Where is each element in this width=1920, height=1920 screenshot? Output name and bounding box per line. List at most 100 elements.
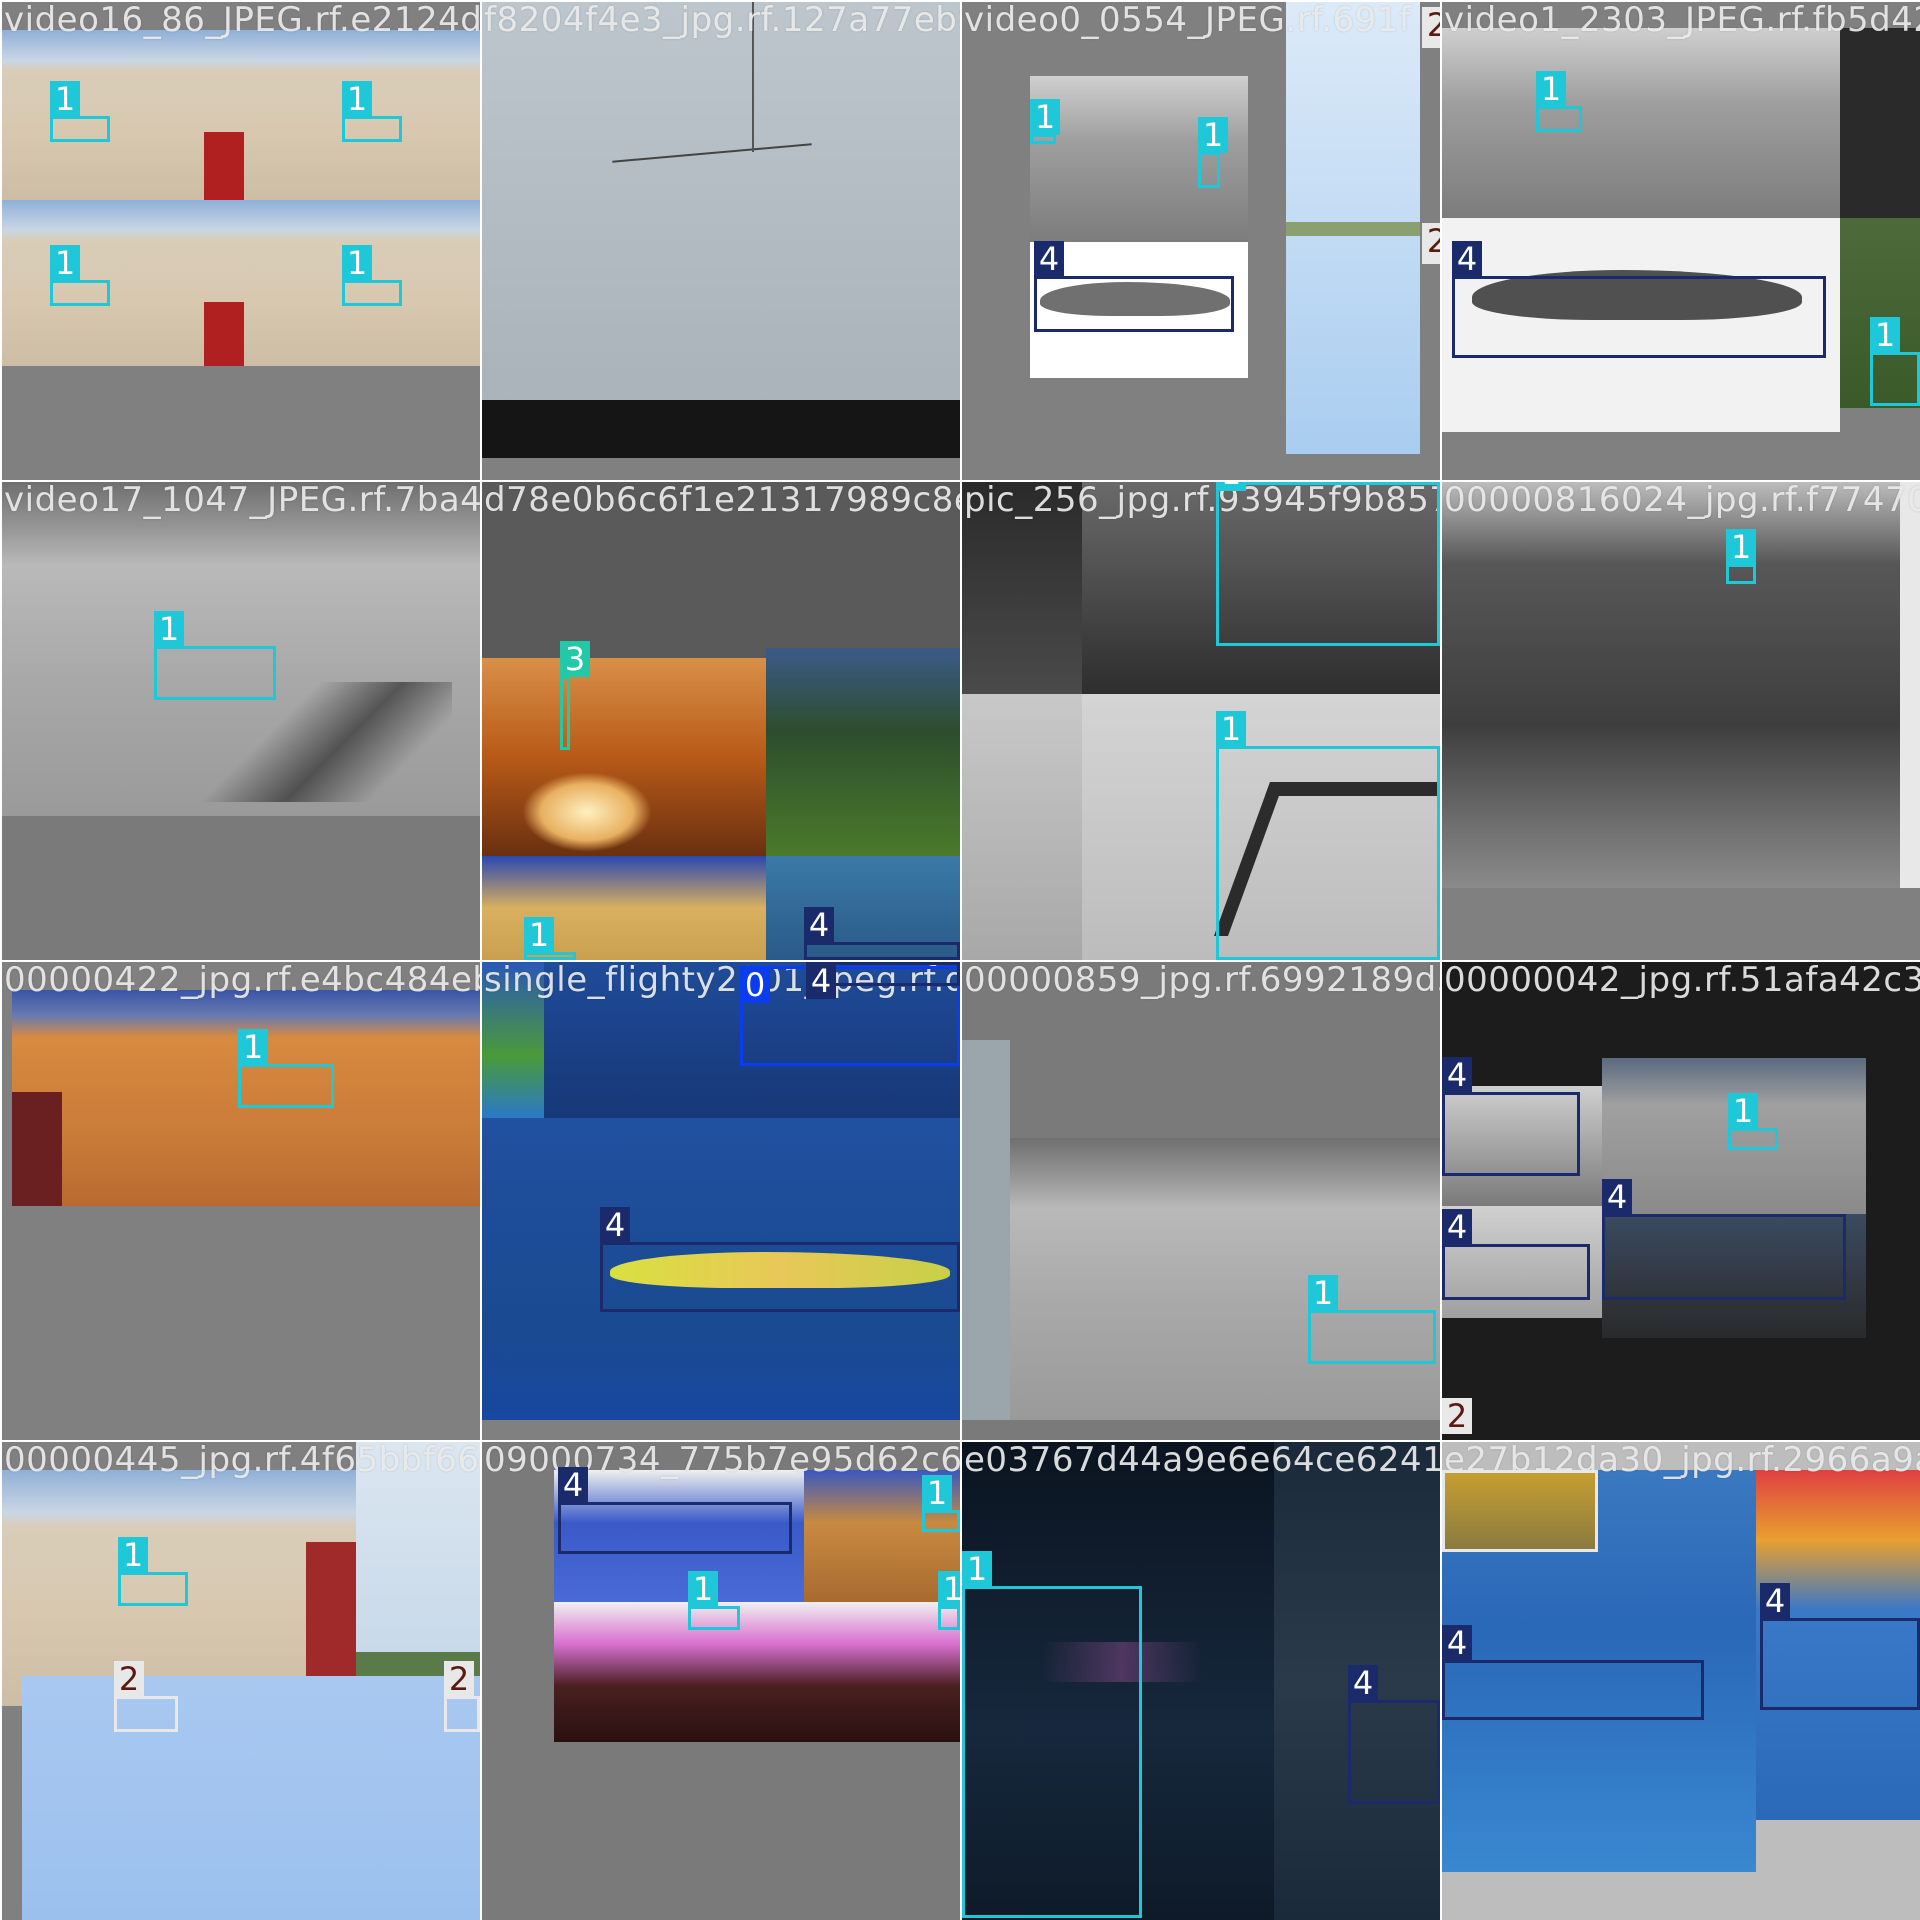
filename: 00000422_jpg.rf.e4bc484eba <box>4 962 480 1000</box>
photo-strip <box>962 1040 1010 1420</box>
class-label: 4 <box>1452 241 1482 277</box>
bbox: 1 <box>1216 482 1440 646</box>
class-label: 4 <box>1602 1179 1632 1215</box>
class-label: 1 <box>238 1029 268 1065</box>
tile-14: 4 1 1 1 09000734_775b7e95d62c6e <box>482 1442 960 1920</box>
bbox: 1 <box>50 245 110 306</box>
class-label: 2 <box>1422 223 1440 259</box>
bbox: 4 <box>1034 241 1234 332</box>
class-label: 1 <box>1216 711 1246 747</box>
bbox: 1 <box>524 917 576 960</box>
tile-1: 1 1 1 1 video16_86_JPEG.rf.e2124d <box>2 2 480 480</box>
class-label: 1 <box>342 245 372 281</box>
filename: f8204f4e3_jpg.rf.127a77eb8e <box>484 2 960 40</box>
class-label: 2 <box>444 1661 474 1697</box>
class-label: 4 <box>1348 1665 1378 1701</box>
bbox: 1 <box>154 611 276 700</box>
photo-forest <box>1442 482 1900 888</box>
photo-building <box>804 1602 960 1742</box>
class-label: 2 <box>1422 7 1440 43</box>
bbox: 4 <box>600 1207 960 1312</box>
class-label: 1 <box>1216 482 1246 491</box>
bbox: 1 <box>238 1029 334 1108</box>
bbox: 1 <box>962 1551 1142 1918</box>
class-label: 1 <box>50 81 80 117</box>
class-label: 1 <box>50 245 80 281</box>
class-label: 1 <box>1030 99 1060 135</box>
class-label: 4 <box>804 907 834 943</box>
class-label: 2 <box>114 1661 144 1697</box>
class-label: 4 <box>1442 1057 1472 1093</box>
class-label: 4 <box>1760 1583 1790 1619</box>
bbox: 4 <box>1452 241 1826 358</box>
bbox: 4 <box>1442 1209 1590 1300</box>
bbox: 4 <box>1348 1665 1440 1804</box>
tile-15: 1 4 e03767d44a9e6e64ce6241b3 <box>962 1442 1440 1920</box>
bbox: 1 <box>342 81 402 142</box>
class-label: 4 <box>600 1207 630 1243</box>
photo-sky-helicopter <box>22 1676 480 1920</box>
bbox: 2 <box>444 1661 480 1732</box>
photo-building <box>554 1602 804 1742</box>
tile-8: 1 00000816024_jpg.rf.f774709fb5 <box>1442 482 1920 960</box>
tile-11: 1 00000859_jpg.rf.6992189d38 <box>962 962 1440 1440</box>
tile-13: 1 2 2 00000445_jpg.rf.4f65bbf66b <box>2 1442 480 1920</box>
padding <box>2 816 480 960</box>
bbox: 4 <box>1602 1179 1846 1300</box>
bbox <box>1442 1470 1598 1552</box>
class-label: 1 <box>1728 1093 1758 1129</box>
class-label: 1 <box>154 611 184 647</box>
class-label: 4 <box>1034 241 1064 277</box>
filename: video0_0554_JPEG.rf.691f <box>964 2 1412 40</box>
class-label: 1 <box>1536 71 1566 107</box>
bbox: 1 <box>688 1571 740 1630</box>
bbox: 1 <box>50 81 110 142</box>
bbox: 1 <box>1198 117 1228 188</box>
tile-4: 1 4 1 video1_2303_JPEG.rf.fb5d42 <box>1442 2 1920 480</box>
bbox: 1 <box>1216 711 1440 960</box>
class-label: 1 <box>922 1475 952 1511</box>
bbox: 1 <box>1728 1093 1778 1150</box>
bbox: 3 <box>560 641 590 750</box>
photo-desert-gray <box>1010 1138 1440 1420</box>
smoke-plume <box>522 772 652 852</box>
tile-5: 1 video17_1047_JPEG.rf.7ba4 <box>2 482 480 960</box>
filename: 00000445_jpg.rf.4f65bbf66b <box>4 1442 480 1480</box>
filename: video17_1047_JPEG.rf.7ba4 <box>4 482 480 520</box>
bbox: 4 <box>806 962 960 999</box>
bbox: 1 <box>1308 1275 1436 1364</box>
bbox: 1 <box>342 245 402 306</box>
filename: 00000859_jpg.rf.6992189d38 <box>964 962 1440 1000</box>
tile-9: 1 00000422_jpg.rf.e4bc484eba <box>2 962 480 1440</box>
filename: video16_86_JPEG.rf.e2124d <box>4 2 480 40</box>
tile-16: 4 4 e27b12da30_jpg.rf.2966a9a <box>1442 1442 1920 1920</box>
bbox: 4 <box>1442 1625 1704 1720</box>
class-label: 3 <box>560 641 590 677</box>
bbox: 4 <box>558 1467 792 1554</box>
tile-7: 1 1 pic_256_jpg.rf.93945f9b857 <box>962 482 1440 960</box>
treeline <box>482 400 960 458</box>
class-label: 1 <box>342 81 372 117</box>
person-red <box>204 132 244 200</box>
photo-desert <box>2 30 204 200</box>
class-label: 4 <box>558 1467 588 1503</box>
class-label: 2 <box>1442 1398 1472 1434</box>
tile-6: 3 1 4 d78e0b6c6f1e21317989c8e4c43 <box>482 482 960 960</box>
bbox: 4 <box>804 907 960 960</box>
class-label: 1 <box>524 917 554 953</box>
bbox: 1 <box>1726 529 1756 584</box>
filename: 00000816024_jpg.rf.f774709fb5 <box>1444 482 1920 520</box>
bbox: 1 <box>1030 99 1060 144</box>
class-label: 1 <box>1726 529 1756 565</box>
bbox: 1 <box>1536 71 1582 132</box>
filename: 09000734_775b7e95d62c6e <box>484 1442 960 1480</box>
photo-trees <box>1840 28 1920 218</box>
horizon <box>1286 222 1420 236</box>
class-label: 1 <box>938 1571 960 1607</box>
bbox: 1 <box>938 1571 960 1630</box>
photo-forest-person <box>766 648 960 856</box>
class-label: 4 <box>806 963 836 999</box>
photo-plane-tail <box>962 694 1082 960</box>
bbox: 4 <box>1760 1583 1920 1710</box>
photo-sky <box>482 2 960 402</box>
